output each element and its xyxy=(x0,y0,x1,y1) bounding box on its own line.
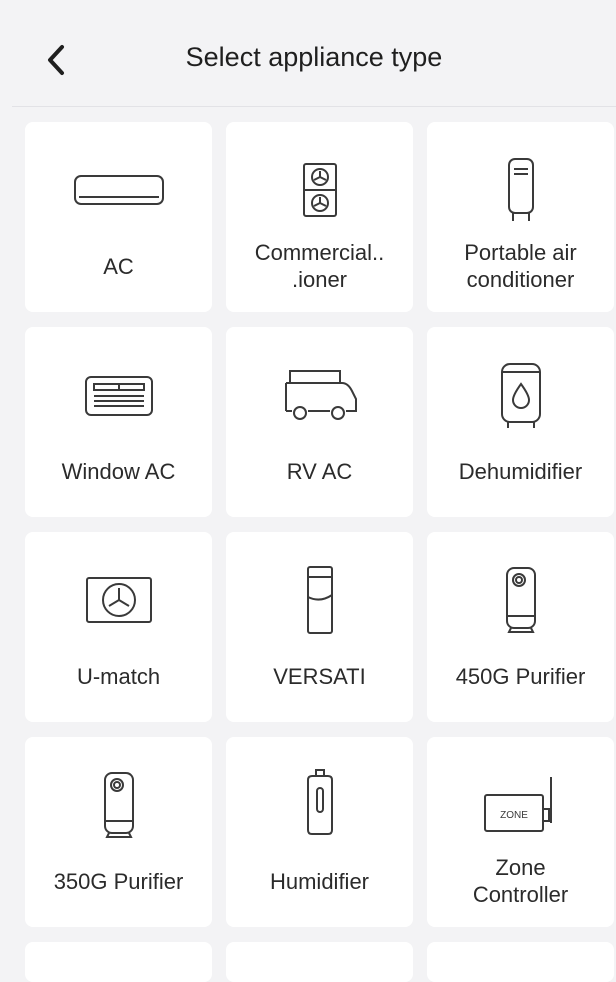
outdoor-unit-icon xyxy=(85,577,152,623)
versati-icon xyxy=(306,566,333,634)
appliance-label: 450G Purifier xyxy=(455,663,586,689)
appliance-card-humidifier[interactable]: Humidifier xyxy=(226,737,413,927)
appliance-label: RV AC xyxy=(286,458,353,484)
dehumidifier-icon xyxy=(500,363,541,428)
appliance-label: U-match xyxy=(76,663,161,689)
appliance-label: AC xyxy=(103,253,134,279)
page-title: Select appliance type xyxy=(185,42,443,72)
rv-icon xyxy=(284,370,357,420)
appliance-label: Dehumidifier xyxy=(458,458,583,484)
appliance-card-zone-controller[interactable]: ZONE Zone Controller xyxy=(427,737,614,927)
appliance-card-ac[interactable]: AC xyxy=(25,122,212,312)
appliance-label: Zone Controller xyxy=(472,855,569,907)
appliance-label: Window AC xyxy=(61,458,176,484)
appliance-card-commercial-ac[interactable]: Commercial.. .ioner xyxy=(226,122,413,312)
appliance-card-dehumidifier[interactable]: Dehumidifier xyxy=(427,327,614,517)
appliance-card-u-match[interactable]: U-match xyxy=(25,532,212,722)
header-bar: Select appliance type xyxy=(12,12,616,107)
window-ac-icon xyxy=(84,376,153,416)
purifier-icon xyxy=(103,772,134,838)
appliance-card-versati[interactable]: VERSATI xyxy=(226,532,413,722)
appliance-card-partial[interactable] xyxy=(25,942,212,982)
appliance-card-window-ac[interactable]: Window AC xyxy=(25,327,212,517)
portable-ac-icon xyxy=(507,158,534,221)
appliance-label: Commercial.. .ioner xyxy=(254,240,385,292)
appliance-card-partial[interactable] xyxy=(226,942,413,982)
humidifier-icon xyxy=(306,769,333,835)
commercial-ac-icon xyxy=(302,163,337,217)
split-ac-icon xyxy=(73,175,164,205)
appliance-card-partial[interactable] xyxy=(427,942,614,982)
appliance-card-rv-ac[interactable]: RV AC xyxy=(226,327,413,517)
purifier-icon xyxy=(505,567,536,633)
appliance-label: VERSATI xyxy=(273,663,366,689)
appliance-card-portable-ac[interactable]: Portable air conditioner xyxy=(427,122,614,312)
zone-icon-text: ZONE xyxy=(500,810,528,821)
appliance-label: Portable air conditioner xyxy=(464,240,577,292)
appliance-label: 350G Purifier xyxy=(53,868,184,894)
appliance-card-450g-purifier[interactable]: 450G Purifier xyxy=(427,532,614,722)
zone-controller-icon: ZONE xyxy=(483,777,552,832)
appliance-card-350g-purifier[interactable]: 350G Purifier xyxy=(25,737,212,927)
appliance-label: Humidifier xyxy=(269,868,370,894)
